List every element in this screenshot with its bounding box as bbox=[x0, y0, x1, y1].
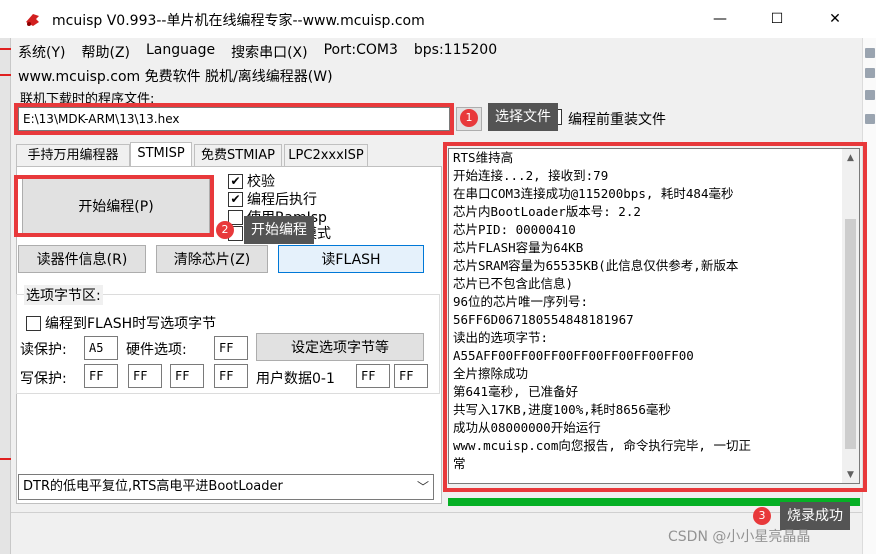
close-button[interactable]: ✕ bbox=[812, 0, 858, 38]
read-flash-button[interactable]: 读FLASH bbox=[278, 245, 424, 273]
menu-system[interactable]: 系统(Y) bbox=[18, 42, 65, 62]
background-icon bbox=[865, 68, 875, 78]
log-line: 成功从08000000开始运行 bbox=[453, 420, 601, 435]
log-line: A55AFF00FF00FF00FF00FF00FF00FF00 bbox=[453, 348, 694, 363]
log-scroll-thumb[interactable] bbox=[845, 219, 856, 449]
verify-checkbox[interactable]: ✔ bbox=[228, 173, 243, 189]
verify-label: 校验 bbox=[247, 174, 275, 190]
hardware-option-input[interactable]: FF bbox=[214, 336, 248, 360]
background-window-right bbox=[862, 38, 876, 554]
background-mark bbox=[0, 458, 11, 460]
menu-bar: 系统(Y) 帮助(Z) Language 搜索串口(X) Port:COM3 b… bbox=[18, 42, 497, 62]
menu-bps[interactable]: bps:115200 bbox=[414, 42, 497, 62]
set-option-bytes-button[interactable]: 设定选项字节等 bbox=[256, 333, 424, 361]
log-line: 读出的选项字节: bbox=[453, 330, 549, 345]
user-data-input-1[interactable]: FF bbox=[394, 364, 428, 388]
write-option-bytes-option[interactable]: 编程到FLASH时写选项字节 bbox=[26, 313, 216, 333]
tab-free-stmiap[interactable]: 免费STMIAP bbox=[194, 144, 282, 167]
tab-lpc2xxxisp[interactable]: LPC2xxxISP bbox=[284, 144, 368, 167]
log-line: 第641毫秒, 已准备好 bbox=[453, 384, 579, 399]
option-bytes-title: 选项字节区: bbox=[24, 285, 103, 305]
run-after-program-checkbox[interactable]: ✔ bbox=[228, 191, 243, 207]
step-badge-2: 2 bbox=[216, 221, 234, 239]
log-line: RTS维持高 bbox=[453, 150, 514, 165]
log-line: 芯片内BootLoader版本号: 2.2 bbox=[453, 204, 641, 219]
callout-select-file: 选择文件 bbox=[488, 103, 558, 131]
reset-mode-select[interactable]: DTR的低电平复位,RTS高电平进BootLoader ﹀ bbox=[18, 474, 434, 500]
mcuisp-window: mcuisp V0.993--单片机在线编程专家--www.mcuisp.com… bbox=[0, 0, 876, 554]
log-line: 共写入17KB,进度100%,耗时8656毫秒 bbox=[453, 402, 671, 417]
tab-stmisp[interactable]: STMISP bbox=[130, 142, 192, 167]
run-after-program-option[interactable]: ✔ 编程后执行 bbox=[228, 190, 317, 208]
write-option-bytes-checkbox[interactable] bbox=[26, 315, 41, 331]
minimize-button[interactable]: — bbox=[697, 0, 743, 38]
background-icon bbox=[865, 90, 875, 100]
start-programming-button[interactable]: 开始编程(P) bbox=[22, 178, 210, 234]
run-after-program-label: 编程后执行 bbox=[247, 192, 317, 208]
background-window-left bbox=[0, 38, 11, 554]
offline-programmer-link[interactable]: www.mcuisp.com 免费软件 脱机/离线编程器(W) bbox=[18, 66, 333, 86]
minimize-icon: — bbox=[713, 11, 727, 27]
menu-help[interactable]: 帮助(Z) bbox=[81, 42, 130, 62]
program-file-input[interactable]: E:\13\MDK-ARM\13\13.hex bbox=[18, 107, 450, 131]
watermark: CSDN @小小星亮晶晶 bbox=[668, 529, 811, 545]
step-badge-1: 1 bbox=[460, 109, 478, 127]
user-data-input-0[interactable]: FF bbox=[356, 364, 390, 388]
menu-search-port[interactable]: 搜索串口(X) bbox=[231, 42, 308, 62]
write-protect-input-2[interactable]: FF bbox=[170, 364, 204, 388]
window-title: mcuisp V0.993--单片机在线编程专家--www.mcuisp.com bbox=[52, 13, 425, 29]
hardware-option-label: 硬件选项: bbox=[126, 342, 187, 358]
log-line: 全片擦除成功 bbox=[453, 366, 529, 381]
log-line: 在串口COM3连接成功@115200bps, 耗时484毫秒 bbox=[453, 186, 734, 201]
menu-language[interactable]: Language bbox=[146, 42, 215, 62]
maximize-button[interactable]: ☐ bbox=[754, 0, 800, 38]
verify-option[interactable]: ✔ 校验 bbox=[228, 172, 275, 190]
background-mark bbox=[0, 48, 11, 50]
read-protect-label: 读保护: bbox=[20, 342, 67, 358]
log-line: 芯片PID: 00000410 bbox=[453, 222, 576, 237]
callout-start-programming: 开始编程 bbox=[244, 216, 314, 244]
close-icon: ✕ bbox=[829, 11, 841, 27]
log-line: 芯片已不包含此信息) bbox=[453, 276, 574, 291]
log-line: 开始连接...2, 接收到:79 bbox=[453, 168, 609, 183]
scroll-up-icon[interactable]: ▲ bbox=[842, 149, 859, 166]
app-icon bbox=[26, 14, 39, 26]
log-line: 56FF6D067180554848181967 bbox=[453, 312, 634, 327]
step-badge-3: 3 bbox=[753, 507, 771, 525]
tab-handheld-programmer[interactable]: 手持万用编程器 bbox=[16, 144, 130, 167]
log-line: www.mcuisp.com向您报告, 命令执行完毕, 一切正 bbox=[453, 438, 751, 453]
user-data-label: 用户数据0-1 bbox=[256, 371, 335, 387]
write-protect-input-1[interactable]: FF bbox=[128, 364, 162, 388]
write-protect-label: 写保护: bbox=[20, 371, 67, 387]
chevron-down-icon: ﹀ bbox=[416, 480, 429, 494]
background-mark bbox=[0, 74, 11, 76]
reload-before-program-label: 编程前重装文件 bbox=[568, 112, 666, 128]
reset-mode-value: DTR的低电平复位,RTS高电平进BootLoader bbox=[23, 479, 283, 494]
menu-port[interactable]: Port:COM3 bbox=[324, 42, 398, 62]
log-line: 常 bbox=[453, 456, 466, 471]
write-protect-input-3[interactable]: FF bbox=[214, 364, 248, 388]
scroll-down-icon[interactable]: ▼ bbox=[842, 466, 859, 483]
log-scrollbar[interactable]: ▲ ▼ bbox=[842, 149, 859, 483]
log-line: 芯片SRAM容量为65535KB(此信息仅供参考,新版本 bbox=[453, 258, 739, 273]
log-output[interactable]: RTS维持高开始连接...2, 接收到:79 在串口COM3连接成功@115200… bbox=[448, 148, 860, 484]
title-bar: mcuisp V0.993--单片机在线编程专家--www.mcuisp.com… bbox=[0, 0, 876, 38]
write-option-bytes-label: 编程到FLASH时写选项字节 bbox=[45, 316, 217, 332]
read-protect-input[interactable]: A5 bbox=[84, 336, 118, 360]
log-line: 96位的芯片唯一序列号: bbox=[453, 294, 589, 309]
maximize-icon: ☐ bbox=[770, 11, 784, 27]
read-device-info-button[interactable]: 读器件信息(R) bbox=[18, 245, 146, 273]
background-icon bbox=[865, 114, 875, 124]
log-lines: RTS维持高开始连接...2, 接收到:79 在串口COM3连接成功@115200… bbox=[449, 149, 843, 483]
background-icon bbox=[865, 48, 875, 58]
erase-chip-button[interactable]: 清除芯片(Z) bbox=[156, 245, 268, 273]
write-protect-input-0[interactable]: FF bbox=[84, 364, 118, 388]
program-file-label: 联机下载时的程序文件: bbox=[20, 92, 155, 107]
log-line: 芯片FLASH容量为64KB bbox=[453, 240, 584, 255]
